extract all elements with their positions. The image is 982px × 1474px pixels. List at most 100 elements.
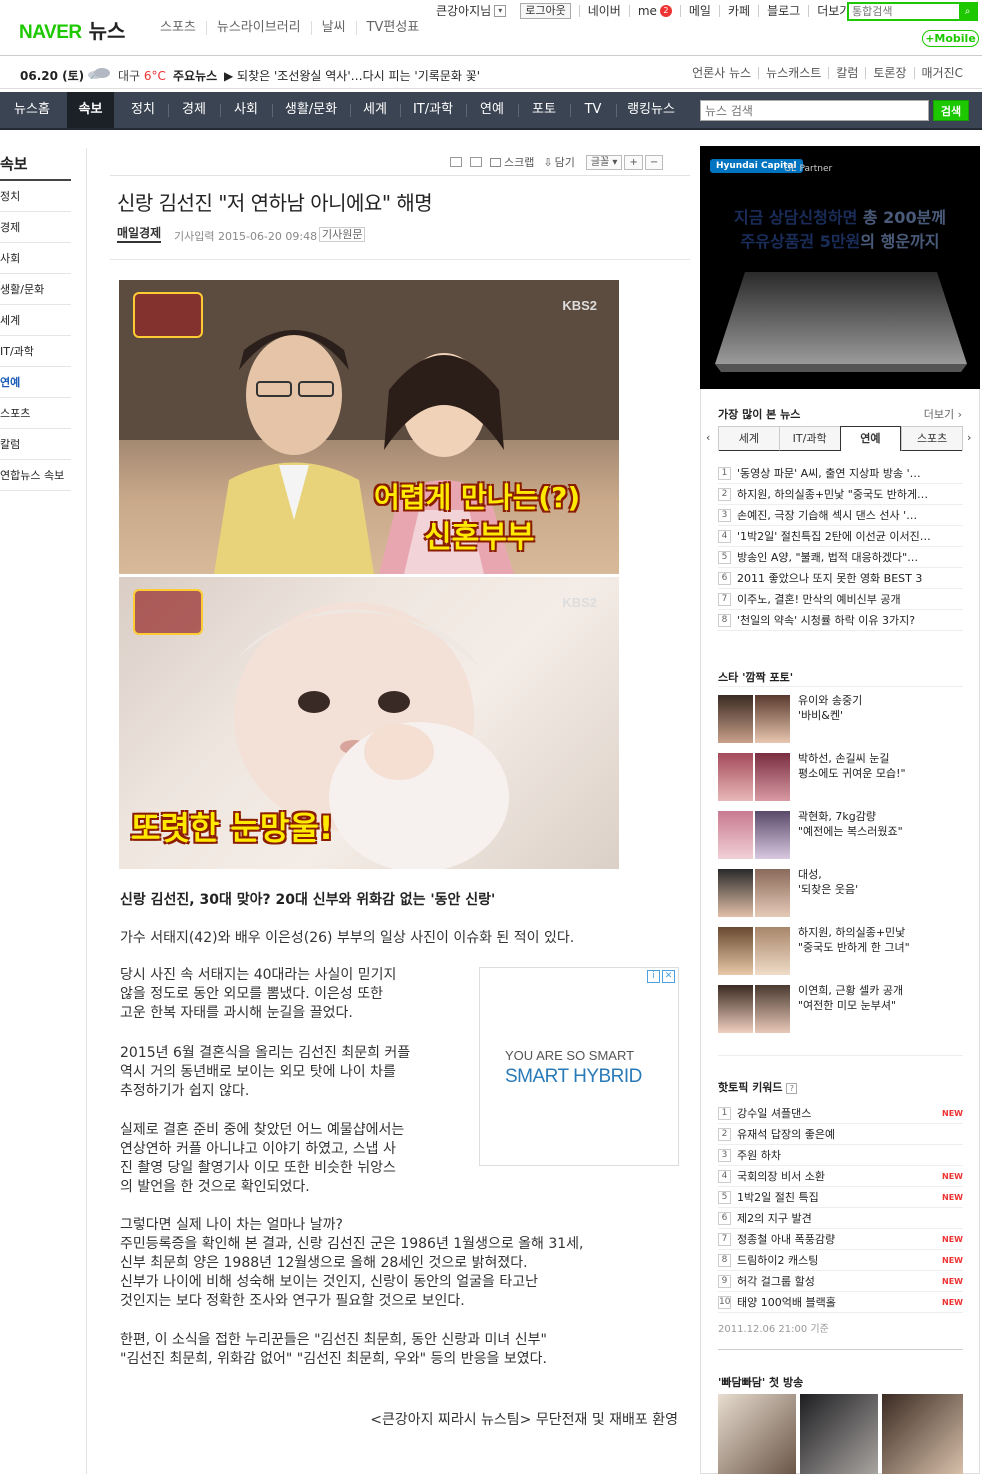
nav-world[interactable]: 세계 [352,92,398,128]
nav-entertainment[interactable]: 연예 [468,92,516,128]
most-viewed-item[interactable]: 4 '1박2일' 절친특집 2탄에 이선균 이서진… [718,526,963,547]
nav-ranking[interactable]: 랭킹뉴스 [618,92,684,128]
star-photo-item[interactable]: 곽현화, 7kg감량 "예전에는 복스러웠죠" [718,809,963,860]
bbadam-photo-1[interactable] [718,1394,796,1474]
star-caption-1[interactable]: 대성, [798,867,858,882]
sub-link-debate[interactable]: 토론장 [865,67,913,79]
hot-topic-keyword[interactable]: 강수일 셔플댄스 [737,1105,938,1121]
user-name[interactable]: 큰강아지님 [436,5,491,17]
rank-title[interactable]: '천일의 약속' 시청률 하락 이유 3가지? [737,612,963,628]
hot-topic-keyword[interactable]: 정종철 아내 폭풍감량 [737,1231,938,1247]
hot-topic-keyword[interactable]: 허각 걸그룹 할성 [737,1273,938,1289]
font-select[interactable]: 글꼴 ▾ [585,154,623,170]
most-viewed-item[interactable]: 2 하지원, 하의실종+민낯 "중국도 반하게… [718,484,963,505]
sidebar-item-society[interactable]: 사회 [0,243,71,274]
gnb-mail[interactable]: 메일 [679,5,719,17]
sidebar-item-yonhap[interactable]: 연합뉴스 속보 [0,460,71,491]
gnb-naver[interactable]: 네이버 [578,5,629,17]
gnb-more-label[interactable]: 더보기 [817,5,850,17]
star-caption-2[interactable]: "여전한 미모 눈부셔" [798,998,903,1013]
service-link-library[interactable]: 뉴스라이브러리 [205,21,311,35]
search-icon[interactable]: ⌕ [959,4,976,19]
hot-topic-item[interactable]: 7 정종철 아내 폭풍감량 NEW [718,1229,963,1250]
ad-info-icon[interactable]: i [647,970,660,983]
star-photo-item[interactable]: 이연희, 근황 셀카 공개 "여전한 미모 눈부셔" [718,983,963,1034]
inline-ad[interactable]: i ✕ YOU ARE SO SMART SMART HYBRID [479,967,679,1166]
nav-it[interactable]: IT/과학 [402,92,464,128]
tab-world[interactable]: 세계 [719,427,779,451]
ad-tagline[interactable]: YOU ARE SO SMART [505,1048,634,1063]
service-link-weather[interactable]: 날씨 [310,21,356,35]
font-label[interactable]: 글꼴 [591,157,609,168]
news-search-button[interactable]: 검색 [933,100,969,121]
nav-tv[interactable]: TV [572,92,614,128]
nav-breaking[interactable]: 속보 [67,92,114,128]
chevron-right-icon[interactable]: › [967,431,971,444]
nav-home[interactable]: 뉴스홈 [0,92,64,128]
star-thumbnail[interactable] [718,927,790,975]
star-thumbnail[interactable] [718,811,790,859]
sub-link-newscast[interactable]: 뉴스캐스트 [758,67,828,79]
tab-entertainment[interactable]: 연예 [839,426,902,451]
rank-title[interactable]: 이주노, 결혼! 만삭의 예비신부 공개 [737,591,963,607]
rank-title[interactable]: '동영상 파문' A씨, 출연 지상파 방송 '… [737,465,963,481]
most-viewed-item[interactable]: 3 손예진, 극장 기습해 섹시 댄스 선사 '… [718,505,963,526]
hot-topic-item[interactable]: 8 드림하이2 캐스팅 NEW [718,1250,963,1271]
bbadam-photo-2[interactable] [800,1394,878,1474]
star-caption-2[interactable]: '되찾은 웃음' [798,882,858,897]
hot-topic-item[interactable]: 4 국회의장 비서 소환 NEW [718,1166,963,1187]
hot-topic-item[interactable]: 3 주원 하차 [718,1145,963,1166]
hot-topic-item[interactable]: 5 1박2일 절친 특집 NEW [718,1187,963,1208]
nav-photo[interactable]: 포토 [520,92,568,128]
save-label[interactable]: 담기 [555,154,575,170]
major-news-headline[interactable]: ▶ 되찾은 '조선왕실 역사'…다시 피는 '기록문화 꽃' [224,67,480,84]
star-caption-1[interactable]: 유이와 송중기 [798,693,862,708]
nav-economy[interactable]: 경제 [170,92,218,128]
tab-it[interactable]: IT/과학 [778,427,840,451]
tab-sports[interactable]: 스포츠 [901,427,962,451]
most-viewed-item[interactable]: 7 이주노, 결혼! 만삭의 예비신부 공개 [718,589,963,610]
star-thumbnail[interactable] [718,753,790,801]
nav-politics[interactable]: 정치 [119,92,167,128]
sidebar-item-life[interactable]: 생활/문화 [0,274,71,305]
sub-link-column[interactable]: 칼럼 [828,67,865,79]
sidebar-item-entertainment[interactable]: 연예 [0,367,71,398]
hot-topic-item[interactable]: 9 허각 걸그룹 할성 NEW [718,1271,963,1292]
rank-title[interactable]: '1박2일' 절친특집 2탄에 이선균 이서진… [737,528,963,544]
news-logo[interactable]: 뉴스 [89,15,126,44]
star-photo-item[interactable]: 박하선, 손길씨 눈길 평소에도 귀여운 모습!" [718,751,963,802]
star-thumbnail[interactable] [718,869,790,917]
bbadam-photo-3[interactable] [882,1394,963,1474]
weather-city[interactable]: 대구 [118,69,140,83]
naver-logo[interactable]: NAVER [19,22,82,44]
most-viewed-more-label[interactable]: 더보기 [924,408,954,421]
print-icon[interactable] [450,157,462,167]
rank-title[interactable]: 하지원, 하의실종+민낯 "중국도 반하게… [737,486,963,502]
chevron-down-icon[interactable]: ▾ [494,5,507,17]
hot-topic-keyword[interactable]: 주원 하차 [737,1147,963,1163]
nav-life[interactable]: 생활/문화 [274,92,348,128]
most-viewed-more[interactable]: 더보기 › [924,406,962,422]
star-caption-1[interactable]: 박하선, 손길씨 눈길 [798,751,906,766]
weather-info[interactable]: 대구 6°C [118,67,166,84]
star-photo-item[interactable]: 유이와 송중기 '바비&켄' [718,693,963,744]
right-banner-ad[interactable]: Hyundai Capital GE Partner 지금 상담신청하면 총 2… [700,146,980,389]
hot-topic-keyword[interactable]: 국회의장 비서 소환 [737,1168,938,1184]
hot-topic-item[interactable]: 10 태양 100억배 블랙홀 NEW [718,1292,963,1313]
gnb-blog[interactable]: 블로그 [758,5,808,17]
hot-topic-keyword[interactable]: 제2의 지구 발견 [737,1210,963,1226]
font-increase-button[interactable]: + [624,154,643,170]
user-menu[interactable]: 큰강아지님 ▾ [436,5,514,17]
most-viewed-item[interactable]: 6 2011 좋았으나 또지 못한 영화 BEST 3 [718,568,963,589]
star-caption-1[interactable]: 하지원, 하의실종+민낯 [798,925,910,940]
close-icon[interactable]: ✕ [662,970,675,983]
star-caption-2[interactable]: 평소에도 귀여운 모습!" [798,766,906,781]
hot-topic-keyword[interactable]: 유재석 답장의 좋은예 [737,1126,963,1142]
gnb-cafe[interactable]: 카페 [718,5,758,17]
mobile-button[interactable]: +Mobile [922,30,979,47]
global-search-input[interactable] [849,4,959,19]
press-logo[interactable]: 매일경제 [117,227,162,243]
major-news-text[interactable]: 되찾은 '조선왕실 역사'…다시 피는 '기록문화 꽃' [237,69,480,83]
scrap-button[interactable]: 스크랩 [490,154,534,170]
star-caption-2[interactable]: '바비&켄' [798,708,862,723]
